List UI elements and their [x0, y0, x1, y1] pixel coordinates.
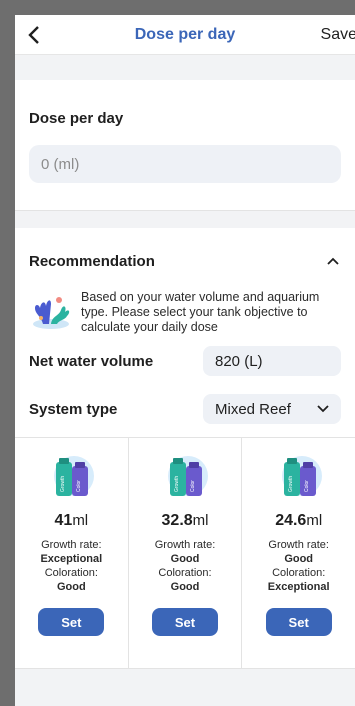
product-options: Growth Color 41ml Growth rate: Exception… — [15, 437, 355, 668]
collapse-button[interactable] — [325, 253, 341, 269]
net-water-label: Net water volume — [29, 352, 154, 370]
system-type-row: System type Mixed Reef — [29, 387, 341, 431]
dose-input[interactable]: 0 (ml) — [29, 145, 341, 183]
bottles-icon: Growth Color — [281, 456, 322, 496]
set-button[interactable]: Set — [38, 608, 105, 636]
net-water-field[interactable]: 820 (L) — [203, 346, 341, 376]
bottles-icon: Growth Color — [54, 456, 95, 496]
header: Dose per day Save — [15, 15, 355, 55]
system-type-select[interactable]: Mixed Reef — [203, 394, 341, 424]
system-type-label: System type — [29, 400, 118, 418]
product-meta: Growth rate: Good Coloration: Good — [154, 539, 216, 593]
bottle-label-growth: Growth — [60, 476, 66, 492]
product-meta: Growth rate: Exceptional Coloration: Goo… — [40, 539, 103, 593]
system-type-value: Mixed Reef — [215, 400, 291, 418]
chevron-up-icon — [327, 257, 339, 265]
save-button[interactable]: Save — [321, 26, 355, 44]
recommendation-note: Based on your water volume and aquarium … — [29, 288, 341, 335]
dose-amount: 24.6ml — [275, 512, 323, 529]
product-option: Growth Color 41ml Growth rate: Exception… — [15, 438, 129, 668]
net-water-row: Net water volume 820 (L) — [29, 339, 341, 383]
recommendation-header[interactable]: Recommendation — [29, 228, 341, 288]
bottle-label-growth: Growth — [174, 476, 180, 492]
dose-amount: 32.8ml — [161, 512, 209, 529]
product-meta: Growth rate: Good Coloration: Exceptiona… — [267, 539, 330, 593]
dose-label: Dose per day — [29, 110, 124, 127]
bottom-spacer — [15, 668, 355, 706]
dose-per-day-screen: Dose per day Save Dose per day 0 (ml) Re… — [15, 15, 355, 706]
bottle-label-color: Color — [304, 480, 310, 492]
dose-section: Dose per day 0 (ml) — [15, 80, 355, 210]
bottle-label-color: Color — [76, 480, 82, 492]
section-gap — [15, 210, 355, 228]
net-water-value: 820 (L) — [215, 352, 263, 370]
bottle-label-growth: Growth — [288, 476, 294, 492]
chevron-down-icon — [317, 405, 329, 413]
product-option: Growth Color 32.8ml Growth rate: Good Co… — [129, 438, 243, 668]
section-gap — [15, 55, 355, 80]
bottle-label-color: Color — [190, 480, 196, 492]
recommendation-section: Recommendation Based on your water volum… — [15, 228, 355, 668]
set-button[interactable]: Set — [265, 608, 332, 636]
recommendation-title: Recommendation — [29, 252, 155, 270]
dose-amount: 41ml — [54, 512, 89, 529]
page-title: Dose per day — [134, 26, 236, 43]
recommendation-text: Based on your water volume and aquarium … — [81, 290, 320, 334]
set-button[interactable]: Set — [152, 608, 218, 636]
bottles-icon: Growth Color — [168, 456, 208, 496]
coral-icon — [33, 297, 70, 329]
product-option: Growth Color 24.6ml Growth rate: Good Co… — [242, 438, 355, 668]
